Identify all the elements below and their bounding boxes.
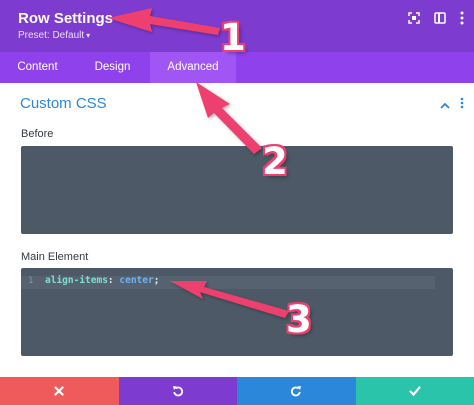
close-icon	[54, 386, 64, 396]
expand-icon[interactable]	[408, 12, 420, 24]
annotation-number-1: 1	[220, 16, 246, 59]
css-separator: :	[107, 275, 120, 286]
caret-down-icon: ▾	[86, 31, 91, 40]
main-element-css-editor[interactable]: 1 align-items: center;	[21, 268, 453, 356]
undo-icon	[172, 386, 183, 397]
redo-button[interactable]	[237, 377, 356, 405]
undo-button[interactable]	[118, 377, 237, 405]
arrow-2	[196, 82, 262, 154]
section-title[interactable]: Custom CSS	[20, 95, 107, 112]
sidebar-split-icon[interactable]	[434, 12, 446, 24]
action-bar	[0, 377, 474, 405]
before-label: Before	[21, 128, 54, 140]
css-property: align-items	[45, 275, 108, 286]
preset-label: Preset: Default	[18, 30, 85, 41]
css-terminator: ;	[153, 275, 160, 286]
main-element-label: Main Element	[21, 251, 89, 263]
section-more-icon[interactable]	[460, 96, 464, 114]
modal-title: Row Settings	[18, 10, 114, 27]
chevron-up-icon[interactable]	[440, 96, 450, 114]
check-icon	[409, 386, 421, 396]
line-number: 1	[28, 276, 34, 286]
save-button[interactable]	[355, 377, 474, 405]
annotation-number-2: 2	[262, 140, 288, 183]
preset-selector[interactable]: Preset: Default ▾	[18, 30, 90, 41]
tab-content[interactable]: Content	[0, 52, 75, 83]
redo-icon	[291, 386, 302, 397]
css-value: center	[119, 275, 154, 286]
more-vertical-icon[interactable]	[460, 11, 464, 25]
before-css-editor[interactable]	[21, 146, 453, 234]
code-line[interactable]: align-items: center;	[45, 275, 159, 286]
annotation-number-3: 3	[286, 298, 312, 341]
discard-button[interactable]	[0, 377, 119, 405]
tab-design[interactable]: Design	[75, 52, 150, 83]
